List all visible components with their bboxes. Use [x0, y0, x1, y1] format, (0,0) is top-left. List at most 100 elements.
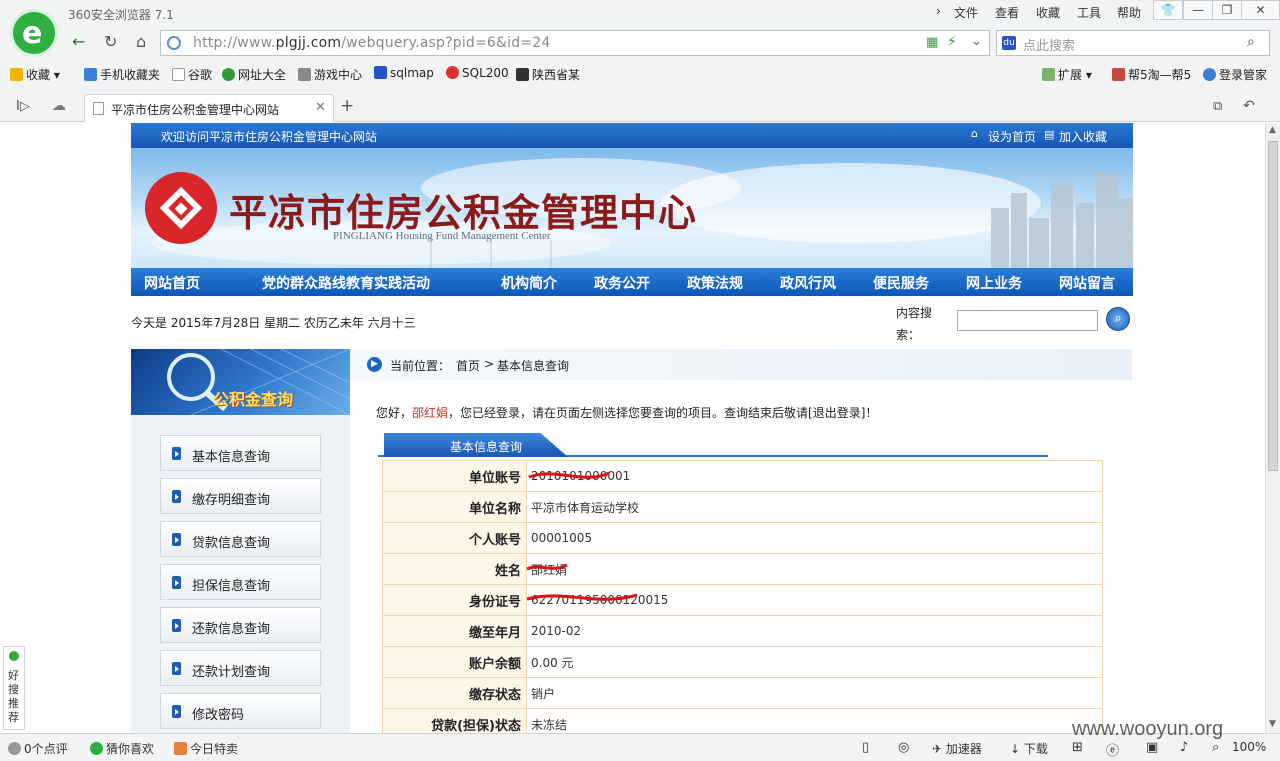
- favorite-sql200[interactable]: SQL200: [446, 66, 509, 80]
- back-icon[interactable]: ←: [72, 32, 85, 51]
- location-icon: ▶: [367, 357, 382, 372]
- breadcrumb-home[interactable]: 首页: [456, 357, 480, 374]
- basic-info-table: 单位账号 2010101000001 单位名称 平凉市体育运动学校 个人账号 000010…: [382, 460, 1103, 733]
- address-url[interactable]: http://www.plgjj.com/webquery.asp?pid=6&…: [193, 35, 550, 51]
- tab-active[interactable]: 平凉市住房公积金管理中心网站 ✕: [84, 94, 334, 122]
- undo-close-icon[interactable]: ↶: [1243, 98, 1255, 114]
- nav-policies[interactable]: 政策法规: [687, 273, 743, 293]
- nav-conduct[interactable]: 政风行风: [780, 273, 836, 293]
- nav-gov-affairs[interactable]: 政务公开: [594, 273, 650, 293]
- translate-icon[interactable]: ⊞: [1072, 740, 1083, 755]
- browser-title: 360安全浏览器 7.1: [68, 8, 174, 22]
- browser-icon[interactable]: ⓔ: [1106, 740, 1119, 759]
- maximize-button[interactable]: ❐: [1212, 0, 1242, 20]
- sql-icon: [446, 66, 459, 79]
- field-label: 缴至年月: [382, 615, 527, 647]
- accelerator-button[interactable]: ✈ 加速器: [932, 740, 982, 757]
- page-icon: [93, 102, 104, 115]
- sidebar-item-repayment-plan[interactable]: 还款计划查询: [160, 650, 321, 686]
- table-row: 身份证号 622701195000120015: [382, 584, 1103, 616]
- field-value: 销户: [526, 677, 1103, 709]
- speed-mode-icon[interactable]: ⚡: [947, 34, 957, 50]
- nav-home[interactable]: 网站首页: [144, 273, 200, 293]
- login-manager-button[interactable]: 登录管家: [1203, 66, 1267, 83]
- sidebar-item-basic-info[interactable]: 基本信息查询: [160, 435, 321, 471]
- field-value: 2010-02: [526, 615, 1103, 647]
- dropdown-icon[interactable]: ⌄: [971, 34, 982, 49]
- arrow-icon: [172, 662, 181, 675]
- baidu-icon[interactable]: du: [1002, 36, 1016, 50]
- menu-tools[interactable]: 工具: [1077, 4, 1101, 21]
- favorite-sites[interactable]: 网址大全: [222, 66, 286, 83]
- extensions-button[interactable]: 扩展 ▾: [1042, 66, 1092, 83]
- clean-icon[interactable]: ◎: [898, 740, 909, 755]
- sidebar-item-guarantee-info[interactable]: 担保信息查询: [160, 564, 321, 600]
- zoom-level[interactable]: 100%: [1232, 740, 1266, 754]
- menu-chevron-icon[interactable]: ›: [936, 4, 941, 18]
- sidebar-toggle-icon[interactable]: I▷: [16, 99, 30, 114]
- close-button[interactable]: ✕: [1241, 0, 1280, 20]
- screenshot-icon[interactable]: ▣: [1146, 740, 1158, 755]
- table-row: 缴存状态 销户: [382, 677, 1103, 709]
- vertical-scrollbar[interactable]: ▲ ▼: [1265, 123, 1280, 733]
- side-widget[interactable]: 好搜推荐: [3, 646, 25, 730]
- menu-view[interactable]: 查看: [995, 4, 1019, 21]
- search-icon[interactable]: ⌕: [1106, 307, 1130, 331]
- banner-title: 平凉市住房公积金管理中心: [229, 190, 698, 235]
- phone-icon[interactable]: ▯: [862, 740, 869, 755]
- tab-list-icon[interactable]: ⧉: [1213, 99, 1222, 114]
- bang5-button[interactable]: 帮5淘—帮5: [1112, 66, 1191, 83]
- tab-close-icon[interactable]: ✕: [315, 100, 326, 115]
- sidebar-item-repayment-info[interactable]: 还款信息查询: [160, 607, 321, 643]
- site-icon: [516, 68, 529, 81]
- sidebar-item-loan-info[interactable]: 贷款信息查询: [160, 521, 321, 557]
- search-icon[interactable]: ⌕: [1247, 34, 1255, 50]
- refresh-icon[interactable]: ↻: [104, 32, 117, 51]
- field-label: 缴存状态: [382, 677, 527, 709]
- address-bar[interactable]: http://www.plgjj.com/webquery.asp?pid=6&…: [160, 30, 990, 56]
- sound-icon[interactable]: ♪: [1180, 740, 1188, 755]
- set-home-link[interactable]: 设为首页: [988, 128, 1036, 145]
- nav-about[interactable]: 机构简介: [501, 273, 557, 293]
- menu-help[interactable]: 帮助: [1117, 4, 1141, 21]
- content-search-input[interactable]: [957, 310, 1098, 331]
- skin-icon[interactable]: 👕: [1153, 0, 1183, 20]
- menu-favorites[interactable]: 收藏: [1036, 4, 1060, 21]
- favorite-shaanxi[interactable]: 陕西省某: [516, 66, 580, 83]
- new-tab-icon[interactable]: +: [340, 96, 354, 116]
- nav-message[interactable]: 网站留言: [1059, 273, 1115, 293]
- field-label: 个人账号: [382, 522, 527, 554]
- menu-file[interactable]: 文件: [954, 4, 978, 21]
- download-button[interactable]: ↓ 下载: [1010, 740, 1048, 757]
- nav-online[interactable]: 网上业务: [966, 273, 1022, 293]
- qr-icon[interactable]: ▦: [926, 35, 938, 50]
- sidebar-title: 公积金查询: [213, 390, 294, 409]
- favorite-google[interactable]: 谷歌: [172, 66, 212, 83]
- minimize-button[interactable]: —: [1183, 0, 1213, 20]
- home-icon[interactable]: ⌂: [136, 32, 146, 51]
- grid-icon: [1042, 68, 1055, 81]
- nav-campaign[interactable]: 党的群众路线教育实践活动: [262, 273, 430, 293]
- guess-button[interactable]: 猜你喜欢: [90, 740, 154, 757]
- scrollbar-thumb[interactable]: [1268, 141, 1278, 471]
- site-nav: 网站首页 党的群众路线教育实践活动 机构简介 政务公开 政策法规 政风行风 便民…: [131, 268, 1133, 296]
- cloud-icon[interactable]: ☁: [52, 98, 66, 114]
- favorites-button[interactable]: 收藏 ▾: [10, 66, 60, 83]
- sidebar-header: 公积金查询: [131, 349, 350, 415]
- page-viewport: 欢迎访问平凉市住房公积金管理中心网站 ⌂ 设为首页 ▤ 加入收藏 平凉市住房公积…: [0, 123, 1265, 733]
- sidebar-item-change-password[interactable]: 修改密码: [160, 693, 321, 729]
- bang5-icon: [1112, 68, 1125, 81]
- favorite-games[interactable]: 游戏中心: [298, 66, 362, 83]
- comments-button[interactable]: 0个点评: [8, 740, 68, 757]
- add-favorite-link[interactable]: 加入收藏: [1059, 128, 1107, 145]
- special-button[interactable]: 今日特卖: [174, 740, 238, 757]
- search-box[interactable]: du 点此搜索 ⌕: [996, 30, 1270, 56]
- table-row: 缴至年月 2010-02: [382, 615, 1103, 647]
- sidebar-item-deposit-detail[interactable]: 缴存明细查询: [160, 478, 321, 514]
- favorite-mobile[interactable]: 手机收藏夹: [84, 66, 160, 83]
- breadcrumb-label: 当前位置：: [390, 359, 451, 373]
- nav-services[interactable]: 便民服务: [873, 273, 929, 293]
- zoom-icon[interactable]: ⌕: [1212, 740, 1219, 755]
- favorite-sqlmap[interactable]: sqlmap: [374, 66, 434, 80]
- breadcrumb: ▶ 当前位置： 首页 > 基本信息查询: [350, 349, 1132, 380]
